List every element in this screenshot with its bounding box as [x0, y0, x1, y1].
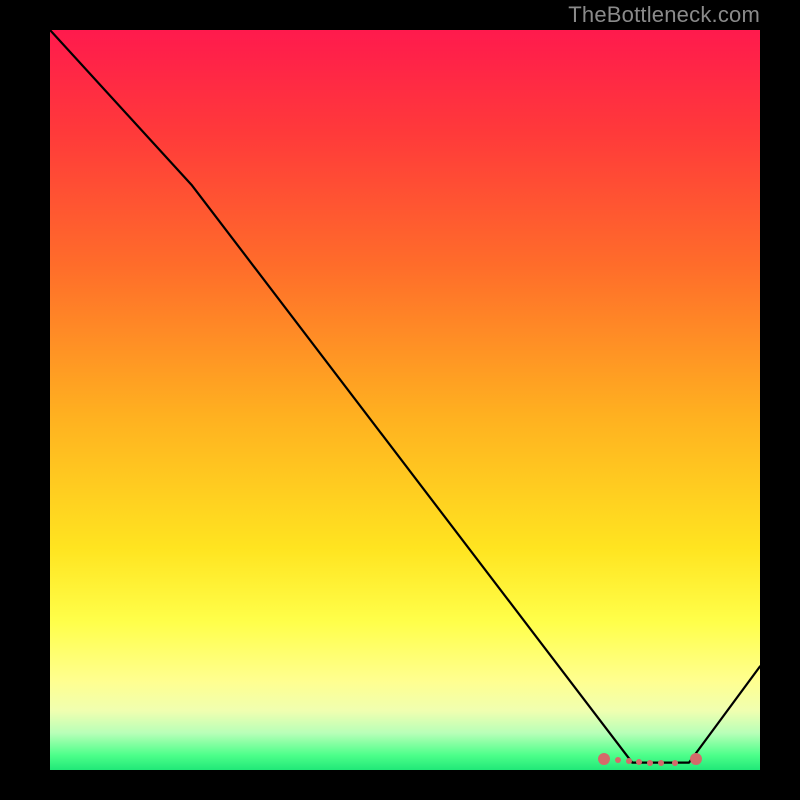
data-marker	[672, 760, 678, 766]
marker-layer	[50, 30, 760, 770]
data-marker	[658, 760, 664, 766]
data-marker	[626, 758, 632, 764]
data-marker	[636, 759, 642, 765]
data-marker	[647, 760, 653, 766]
watermark-text: TheBottleneck.com	[568, 2, 760, 28]
plot-area	[50, 30, 760, 770]
data-marker	[598, 753, 610, 765]
chart-stage: TheBottleneck.com	[0, 0, 800, 800]
data-marker	[690, 753, 702, 765]
data-marker	[615, 757, 621, 763]
